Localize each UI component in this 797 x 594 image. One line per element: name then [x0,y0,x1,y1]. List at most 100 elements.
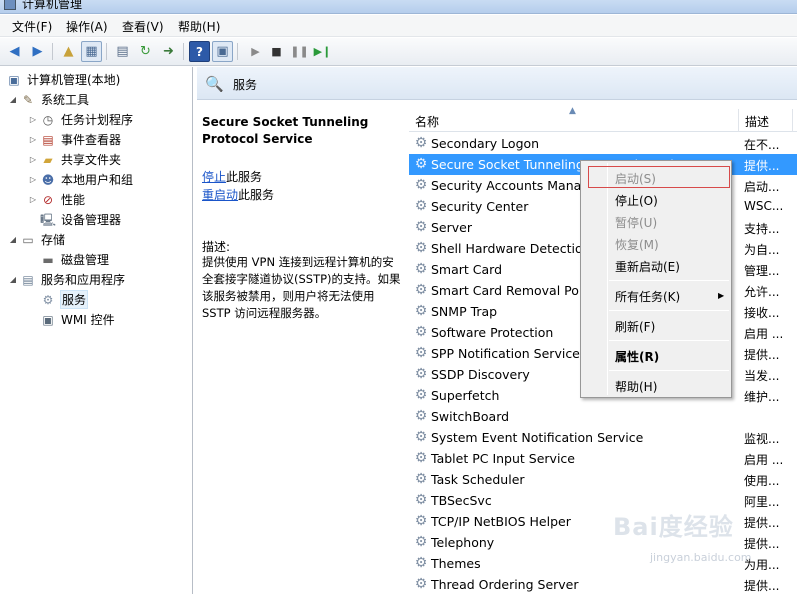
collapsed-arrow-icon[interactable]: ▷ [28,175,38,184]
show-hide-tree-icon[interactable]: ▦ [81,41,102,62]
properties-icon[interactable]: ▤ [112,41,133,62]
tree-storage[interactable]: ◢ ▭ 存储 [8,230,66,249]
service-row[interactable]: ⚙ Thread Ordering Server 提供... [409,574,797,594]
tree-wmi[interactable]: ▣ WMI 控件 [38,310,116,329]
menu-item-refresh[interactable]: 刷新(F) [615,318,655,335]
service-gear-icon: ⚙ [414,513,428,529]
service-row[interactable]: ⚙ Secondary Logon 在不... [409,133,797,154]
tree-system-tools[interactable]: ◢ ✎ 系统工具 [8,90,90,109]
refresh-icon[interactable]: ↻ [135,41,156,62]
stop-link[interactable]: 停止 [202,170,226,184]
service-row[interactable]: ⚙ SwitchBoard [409,406,797,427]
collapsed-arrow-icon[interactable]: ▷ [28,195,38,204]
service-name: System Event Notification Service [431,430,644,445]
tree-event-viewer[interactable]: ▷ ▤ 事件查看器 [28,130,122,149]
restart-suffix: 此服务 [238,188,275,202]
tree-performance[interactable]: ▷ ⊘ 性能 [28,190,86,209]
collapsed-arrow-icon[interactable]: ▷ [28,155,38,164]
service-row[interactable]: ⚙ TCP/IP NetBIOS Helper 提供... [409,511,797,532]
service-row[interactable]: ⚙ TBSecSvc 阿里... [409,490,797,511]
service-description: 提供... [744,348,780,362]
expanded-arrow-icon[interactable]: ◢ [8,235,18,244]
restart-link[interactable]: 重启动 [202,188,238,202]
menu-item-properties[interactable]: 属性(R) [615,348,659,365]
service-description: 提供... [744,159,780,173]
title-bar: 计算机管理 [0,0,797,14]
service-name: Telephony [431,535,495,550]
menu-view[interactable]: 查看(V) [119,18,167,35]
service-row[interactable]: ⚙ System Event Notification Service 监视... [409,427,797,448]
gear-icon: ⚙ [42,292,54,307]
service-name: Smart Card Removal Policy [431,283,601,298]
menu-item-stop[interactable]: 停止(O) [615,192,658,209]
clock-icon: ◷ [42,112,54,127]
tree-local-users[interactable]: ▷ ☻ 本地用户和组 [28,170,134,189]
service-description: 允许... [744,285,780,299]
collapsed-arrow-icon[interactable]: ▷ [28,115,38,124]
service-name: Security Accounts Manager [431,178,603,193]
help-icon[interactable]: ? [189,41,210,62]
tree-disk-management[interactable]: ▬ 磁盘管理 [38,250,110,269]
restart-service-icon[interactable]: ▶❙ [312,41,333,62]
column-divider[interactable] [792,109,793,132]
panel-title: 服务 [233,78,258,92]
menu-item-start[interactable]: 启动(S) [615,170,656,187]
menu-help[interactable]: 帮助(H) [175,18,223,35]
collapsed-arrow-icon[interactable]: ▷ [28,135,38,144]
highlight-box [588,166,730,188]
service-gear-icon: ⚙ [414,156,428,172]
column-name-header[interactable]: 名称 [415,113,439,130]
service-gear-icon: ⚙ [414,345,428,361]
service-name: TCP/IP NetBIOS Helper [431,514,571,529]
menu-item-pause[interactable]: 暂停(U) [615,214,657,231]
service-name: Secondary Logon [431,136,540,151]
search-icon: 🔍 [205,75,224,93]
sort-arrow-icon: ▲ [569,106,576,116]
navigation-tree: ▣ 计算机管理(本地) ◢ ✎ 系统工具 ▷ ◷ 任务计划程序 ▷ ▤ 事件查看… [0,67,193,594]
service-description: 阿里... [744,495,780,509]
menu-file[interactable]: 文件(F) [9,18,55,35]
expanded-arrow-icon[interactable]: ◢ [8,275,18,284]
stop-suffix: 此服务 [226,170,263,184]
menu-item-restart[interactable]: 重新启动(E) [615,258,680,275]
menu-gutter [607,163,608,395]
service-gear-icon: ⚙ [414,324,428,340]
service-row[interactable]: ⚙ Telephony 提供... [409,532,797,553]
expanded-arrow-icon[interactable]: ◢ [8,95,18,104]
tree-shared-folders[interactable]: ▷ ▰ 共享文件夹 [28,150,122,169]
service-row[interactable]: ⚙ Task Scheduler 使用... [409,469,797,490]
menu-item-help[interactable]: 帮助(H) [615,378,657,395]
forward-icon[interactable]: ▶ [27,41,48,62]
up-folder-icon[interactable]: ▲ [58,41,79,62]
service-name: Thread Ordering Server [431,577,579,592]
export-list-icon[interactable]: ➜ [158,41,179,62]
service-gear-icon: ⚙ [414,198,428,214]
tree-task-scheduler[interactable]: ▷ ◷ 任务计划程序 [28,110,134,129]
service-name: SNMP Trap [431,304,498,319]
tree-root[interactable]: ▣ 计算机管理(本地) [4,70,121,89]
tree-services-apps[interactable]: ◢ ▤ 服务和应用程序 [8,270,126,289]
tree-services[interactable]: ⚙ 服务 [38,290,89,309]
column-description-header[interactable]: 描述 [745,113,769,130]
menu-action[interactable]: 操作(A) [63,18,111,35]
back-icon[interactable]: ◀ [4,41,25,62]
tree-device-manager[interactable]: 🖳 设备管理器 [38,210,122,229]
menu-bar: 文件(F) 操作(A) 查看(V) 帮助(H) [0,15,797,37]
storage-icon: ▭ [22,232,34,247]
action-pane-icon[interactable]: ▣ [212,41,233,62]
start-service-icon[interactable]: ▶ [245,41,266,62]
service-gear-icon: ⚙ [414,282,428,298]
pause-service-icon[interactable]: ❚❚ [289,41,310,62]
menu-item-resume[interactable]: 恢复(M) [615,236,659,253]
toolbar-separator [183,43,184,60]
performance-icon: ⊘ [42,192,54,207]
menu-item-all-tasks[interactable]: 所有任务(K) [615,288,680,305]
watermark-logo: Bai度经验 [613,513,734,541]
column-divider[interactable] [738,109,739,132]
menu-separator [609,280,729,281]
service-row[interactable]: ⚙ Tablet PC Input Service 启用 ... [409,448,797,469]
description-label: 描述: [202,240,231,254]
stop-service-icon[interactable]: ■ [266,41,287,62]
window-title: 计算机管理 [22,0,83,11]
service-description: 使用... [744,474,780,488]
